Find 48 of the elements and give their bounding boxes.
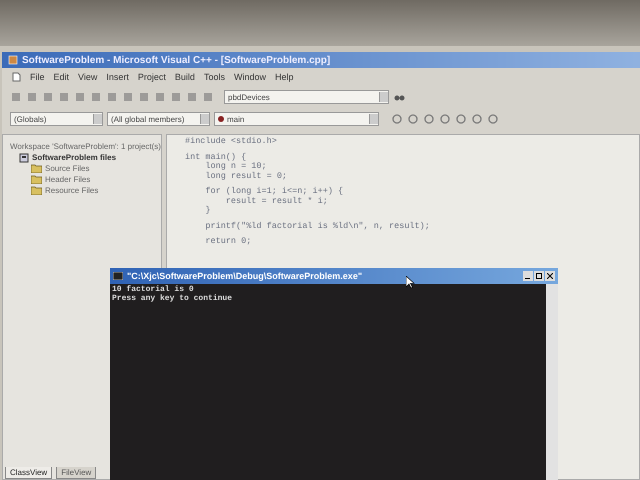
tree-item[interactable]: Header Files — [45, 175, 90, 184]
menu-item[interactable]: Build — [174, 72, 195, 82]
folder-icon — [31, 164, 42, 173]
menu-item[interactable]: File — [30, 72, 45, 82]
menu-item[interactable]: Window — [234, 72, 266, 82]
code-line: long n = 10; — [204, 162, 268, 172]
console-title: "C:\Xjc\SoftwareProblem\Debug\SoftwareProblem.exe" — [127, 271, 364, 281]
tree-item[interactable]: Workspace 'SoftwareProblem': 1 project(s) — [10, 142, 161, 151]
menu-item[interactable]: Edit — [54, 72, 70, 82]
console-output-line: 10 factorial is 0 — [112, 285, 195, 294]
code-line: for (long i=1; i<=n; i++) { — [204, 187, 344, 196]
menu-item[interactable]: Tools — [204, 72, 225, 82]
code-line: long result = 0; — [204, 172, 288, 181]
maximize-icon — [536, 273, 542, 279]
find-combo[interactable]: pbdDevices — [224, 90, 389, 104]
tree-item[interactable]: SoftwareProblem files — [32, 153, 116, 162]
panel-tab[interactable]: ClassView — [5, 467, 52, 479]
console-output-line: Press any key to continue — [112, 294, 234, 303]
document-icon — [12, 72, 21, 82]
code-line: int main() { — [185, 152, 248, 162]
menu-item[interactable]: View — [78, 72, 98, 82]
function-icon — [218, 116, 224, 122]
folder-icon — [31, 186, 42, 195]
mouse-cursor-icon — [406, 276, 415, 289]
code-line: printf("%ld factorial is %ld\n", n, result); — [204, 222, 431, 231]
console-icon — [113, 272, 123, 280]
members-combo[interactable]: (All global members) — [107, 112, 210, 126]
code-line: } — [204, 206, 212, 216]
panel-tab[interactable]: FileView — [56, 467, 96, 479]
project-icon — [19, 152, 29, 162]
menu-item[interactable]: Insert — [106, 72, 129, 82]
close-button[interactable] — [545, 271, 555, 281]
class-combo[interactable]: (Globals) — [10, 112, 103, 126]
function-combo[interactable]: main — [214, 112, 379, 126]
minimize-button[interactable] — [523, 271, 533, 281]
code-line: #include <stdio.h> — [185, 137, 278, 146]
close-icon — [547, 273, 553, 279]
scrollbar[interactable] — [546, 284, 558, 480]
code-line: result = result * i; — [224, 196, 329, 206]
code-line: return 0; — [204, 237, 252, 246]
folder-icon — [31, 175, 42, 184]
menu-item[interactable]: Project — [138, 72, 166, 82]
menu-item[interactable]: Help — [274, 72, 294, 82]
tree-item[interactable]: Resource Files — [45, 186, 98, 195]
window-title: SoftwareProblem - Microsoft Visual C++ - [SoftwareProblem.cpp] — [22, 54, 330, 66]
app-icon — [8, 55, 18, 65]
maximize-button[interactable] — [534, 271, 544, 281]
tree-item[interactable]: Source Files — [45, 164, 90, 173]
